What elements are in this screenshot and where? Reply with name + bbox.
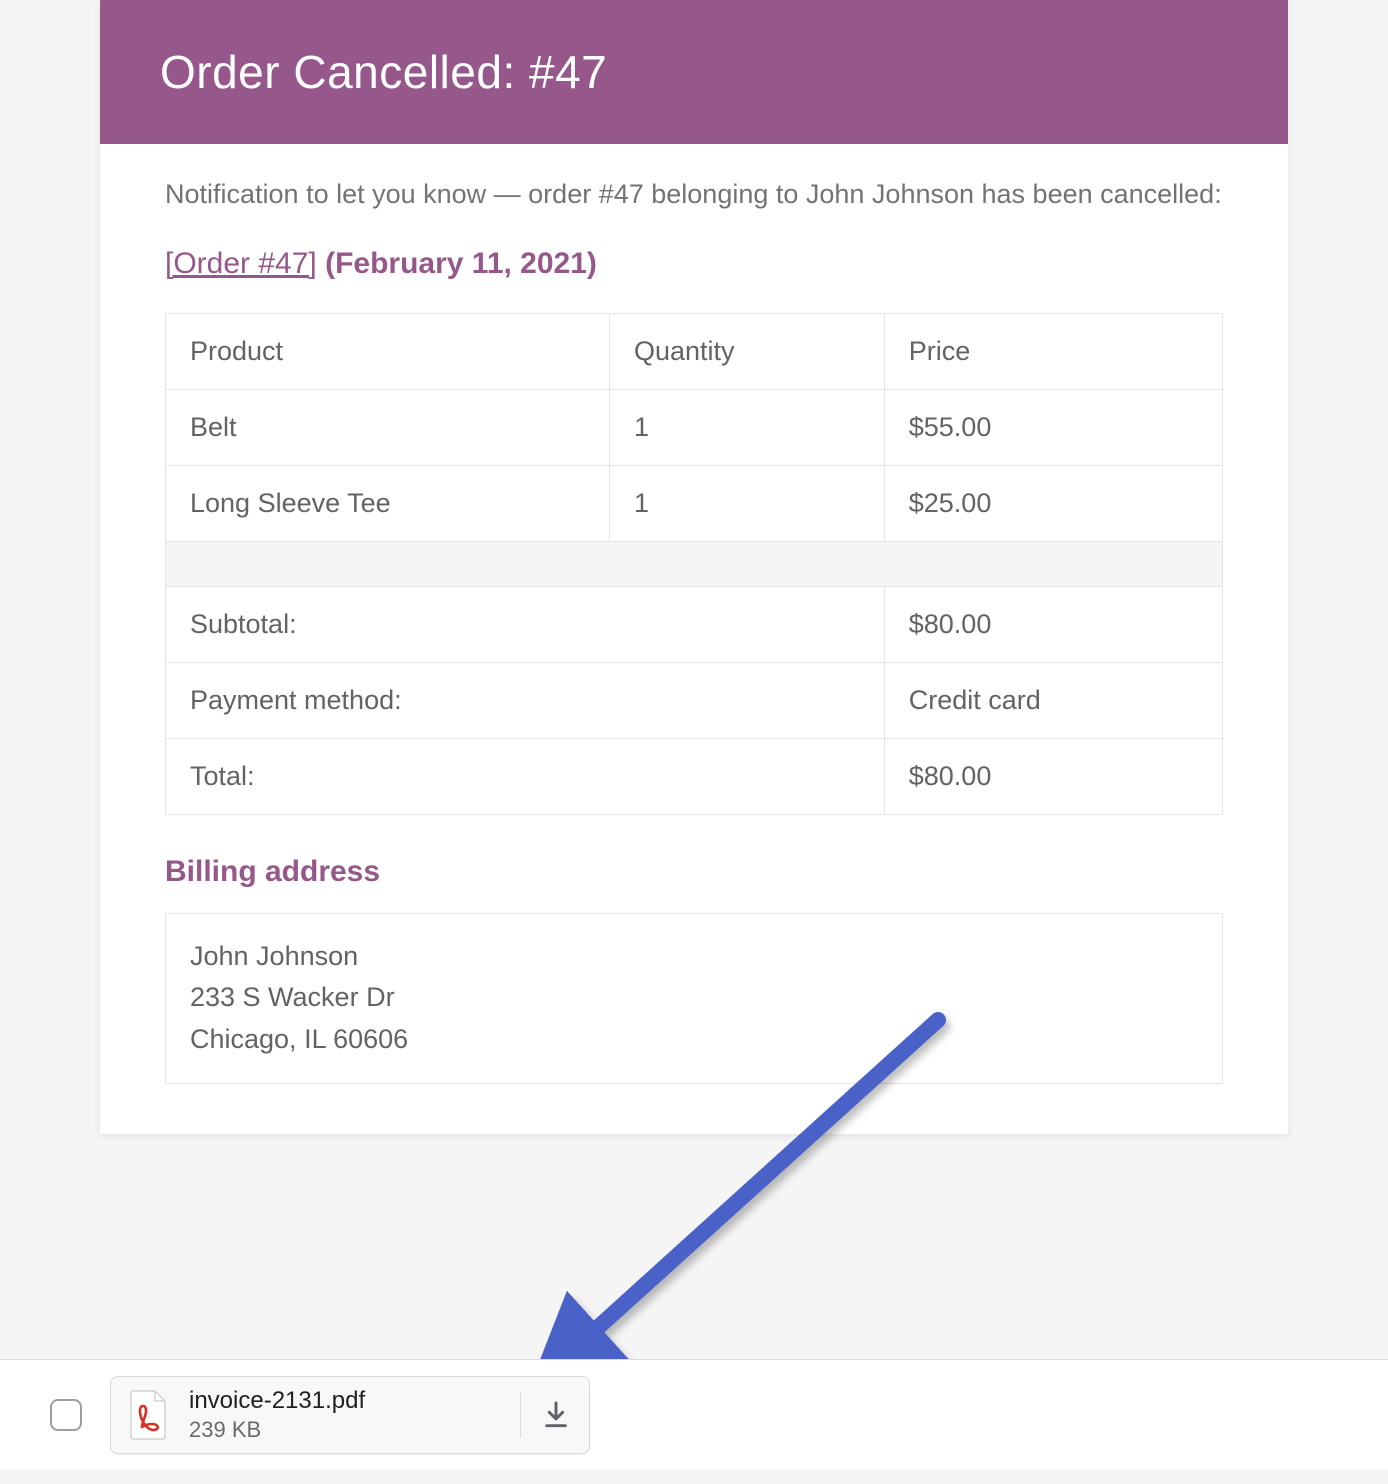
pdf-icon bbox=[125, 1387, 173, 1443]
billing-city: Chicago, IL 60606 bbox=[190, 1019, 1198, 1061]
summary-value: $80.00 bbox=[884, 738, 1222, 814]
cell-price: $25.00 bbox=[884, 465, 1222, 541]
attachment-bar: invoice-2131.pdf 239 KB bbox=[0, 1359, 1388, 1470]
billing-street: 233 S Wacker Dr bbox=[190, 977, 1198, 1019]
order-date: (February 11, 2021) bbox=[325, 247, 597, 280]
table-row: Long Sleeve Tee 1 $25.00 bbox=[166, 465, 1223, 541]
summary-row: Payment method: Credit card bbox=[166, 662, 1223, 738]
header-price: Price bbox=[884, 313, 1222, 389]
summary-row: Subtotal: $80.00 bbox=[166, 586, 1223, 662]
summary-label: Payment method: bbox=[166, 662, 885, 738]
table-spacer bbox=[166, 541, 1223, 586]
email-body: Notification to let you know — order #47… bbox=[100, 144, 1288, 1134]
billing-address-box: John Johnson 233 S Wacker Dr Chicago, IL… bbox=[165, 913, 1223, 1085]
summary-label: Total: bbox=[166, 738, 885, 814]
cell-quantity: 1 bbox=[609, 389, 884, 465]
attachment-divider bbox=[520, 1392, 521, 1438]
cell-price: $55.00 bbox=[884, 389, 1222, 465]
table-row: Belt 1 $55.00 bbox=[166, 389, 1223, 465]
header-product: Product bbox=[166, 313, 610, 389]
attachment-chip[interactable]: invoice-2131.pdf 239 KB bbox=[110, 1376, 590, 1454]
notice-text: Notification to let you know — order #47… bbox=[165, 174, 1223, 215]
summary-row: Total: $80.00 bbox=[166, 738, 1223, 814]
cell-product: Belt bbox=[166, 389, 610, 465]
attachment-filename: invoice-2131.pdf bbox=[189, 1387, 504, 1415]
summary-value: $80.00 bbox=[884, 586, 1222, 662]
summary-label: Subtotal: bbox=[166, 586, 885, 662]
billing-name: John Johnson bbox=[190, 936, 1198, 978]
email-card: Order Cancelled: #47 Notification to let… bbox=[100, 0, 1288, 1134]
header-quantity: Quantity bbox=[609, 313, 884, 389]
attachment-info: invoice-2131.pdf 239 KB bbox=[189, 1387, 504, 1443]
table-header-row: Product Quantity Price bbox=[166, 313, 1223, 389]
email-container: Order Cancelled: #47 Notification to let… bbox=[0, 0, 1388, 1134]
cell-product: Long Sleeve Tee bbox=[166, 465, 610, 541]
cell-quantity: 1 bbox=[609, 465, 884, 541]
attachment-checkbox[interactable] bbox=[50, 1399, 82, 1431]
billing-heading: Billing address bbox=[165, 855, 1223, 889]
email-header-title: Order Cancelled: #47 bbox=[100, 0, 1288, 144]
order-link[interactable]: [Order #47] bbox=[165, 247, 317, 280]
attachment-size: 239 KB bbox=[189, 1417, 504, 1443]
summary-value: Credit card bbox=[884, 662, 1222, 738]
order-table: Product Quantity Price Belt 1 $55.00 Lon… bbox=[165, 313, 1223, 815]
order-summary-line: [Order #47] (February 11, 2021) bbox=[165, 247, 1223, 281]
download-icon bbox=[540, 1399, 572, 1431]
download-button[interactable] bbox=[537, 1396, 575, 1434]
